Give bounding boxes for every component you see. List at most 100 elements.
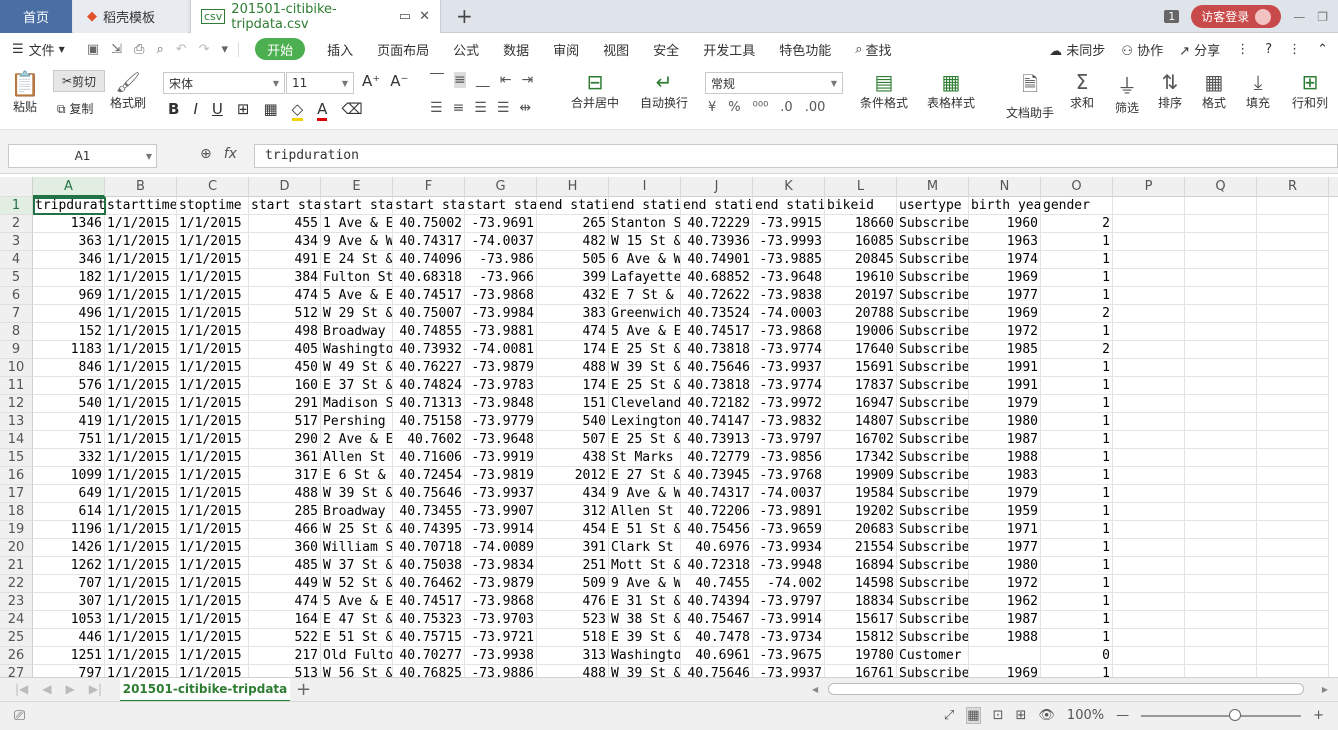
table-cell[interactable]: 797	[33, 665, 105, 677]
table-cell[interactable]: 1	[1041, 449, 1113, 467]
table-cell[interactable]: 40.75646	[393, 485, 465, 503]
table-cell[interactable]: 1/1/2015	[177, 305, 249, 323]
table-cell[interactable]	[1257, 395, 1329, 413]
table-cell[interactable]: Subscribe	[897, 233, 969, 251]
sort-button[interactable]: ⇅ 排序	[1158, 70, 1182, 111]
window-count-badge[interactable]: 1	[1164, 10, 1180, 23]
table-cell[interactable]	[1113, 449, 1185, 467]
table-cell[interactable]	[1185, 593, 1257, 611]
table-cell[interactable]: 1/1/2015	[105, 233, 177, 251]
table-cell[interactable]: -73.9797	[753, 593, 825, 611]
table-cell[interactable]: 1/1/2015	[105, 323, 177, 341]
save-icon[interactable]: ▣	[87, 42, 99, 57]
table-cell[interactable]: 1/1/2015	[105, 215, 177, 233]
table-cell[interactable]: 1/1/2015	[177, 449, 249, 467]
table-cell[interactable]: W 39 St &	[609, 665, 681, 677]
conditional-format-button[interactable]: ▤ 条件格式	[860, 70, 908, 111]
table-cell[interactable]: Subscribe	[897, 287, 969, 305]
table-cell[interactable]: 488	[537, 665, 609, 677]
table-cell[interactable]: 1/1/2015	[177, 629, 249, 647]
table-cell[interactable]: Subscribe	[897, 485, 969, 503]
table-cell[interactable]: 482	[537, 233, 609, 251]
table-cell[interactable]	[1257, 269, 1329, 287]
sync-status[interactable]: ☁ 未同步	[1049, 40, 1105, 59]
table-cell[interactable]: 1/1/2015	[105, 251, 177, 269]
table-cell[interactable]: 384	[249, 269, 321, 287]
row-header[interactable]: 18	[0, 503, 33, 521]
table-cell[interactable]: 1/1/2015	[105, 647, 177, 665]
table-cell[interactable]: Broadway	[321, 503, 393, 521]
reading-mode-icon[interactable]: 👁	[1038, 708, 1055, 723]
table-cell[interactable]	[1113, 485, 1185, 503]
table-cell[interactable]: 40.75467	[681, 611, 753, 629]
table-cell[interactable]: 1/1/2015	[105, 377, 177, 395]
table-cell[interactable]	[1113, 251, 1185, 269]
table-cell[interactable]	[1113, 539, 1185, 557]
table-cell[interactable]: Subscribe	[897, 449, 969, 467]
table-cell[interactable]	[1257, 503, 1329, 521]
page-layout-view-icon[interactable]: ⊞	[1016, 708, 1027, 723]
chevron-up-icon[interactable]: ⌃	[1317, 42, 1328, 57]
table-cell[interactable]	[1257, 485, 1329, 503]
table-cell[interactable]: 1	[1041, 323, 1113, 341]
fill-button[interactable]: ⤓ 填充	[1246, 70, 1270, 111]
table-cell[interactable]: -73.9972	[753, 395, 825, 413]
horizontal-scrollbar[interactable]: ◀ ▶	[810, 682, 1330, 696]
fill-color-icon[interactable]: ◇	[291, 100, 304, 121]
table-cell[interactable]: -73.9879	[465, 359, 537, 377]
table-cell[interactable]: 5 Ave & E	[321, 287, 393, 305]
table-cell[interactable]: -73.9834	[465, 557, 537, 575]
table-cell[interactable]: 513	[249, 665, 321, 677]
row-header[interactable]: 7	[0, 305, 33, 323]
paste-button[interactable]: 📋 粘贴	[10, 70, 40, 115]
row-header[interactable]: 11	[0, 377, 33, 395]
row-header[interactable]: 17	[0, 485, 33, 503]
table-cell[interactable]: 1979	[969, 395, 1041, 413]
table-cell[interactable]: end stati	[681, 197, 753, 215]
row-header[interactable]: 2	[0, 215, 33, 233]
table-cell[interactable]: 1099	[33, 467, 105, 485]
row-header[interactable]: 12	[0, 395, 33, 413]
table-cell[interactable]	[1257, 575, 1329, 593]
table-cell[interactable]: 2	[1041, 305, 1113, 323]
table-cell[interactable]: -73.9734	[753, 629, 825, 647]
table-cell[interactable]: 576	[33, 377, 105, 395]
table-cell[interactable]: Subscribe	[897, 215, 969, 233]
table-cell[interactable]: -74.0037	[753, 485, 825, 503]
table-cell[interactable]: -73.9768	[753, 467, 825, 485]
table-cell[interactable]: 454	[537, 521, 609, 539]
page-break-view-icon[interactable]: ⊡	[993, 708, 1004, 723]
scroll-right-icon[interactable]: ▶	[1322, 685, 1328, 694]
close-tab-icon[interactable]: ✕	[419, 9, 430, 24]
table-cell[interactable]: -73.9914	[465, 521, 537, 539]
spreadsheet-grid[interactable]: ABCDEFGHIJKLMNOPQR 1 tripdurat starttime st…	[0, 177, 1338, 677]
table-cell[interactable]: 20197	[825, 287, 897, 305]
print-icon[interactable]: ⎙	[134, 42, 144, 57]
decrease-font-icon[interactable]: A⁻	[390, 72, 408, 90]
table-cell[interactable]: 1/1/2015	[105, 521, 177, 539]
table-cell[interactable]: -73.9848	[465, 395, 537, 413]
row-header[interactable]: 10	[0, 359, 33, 377]
table-cell[interactable]: 496	[33, 305, 105, 323]
table-cell[interactable]: -73.9886	[465, 665, 537, 677]
table-cell[interactable]: 1/1/2015	[177, 575, 249, 593]
table-cell[interactable]: 152	[33, 323, 105, 341]
table-cell[interactable]: 40.75646	[681, 359, 753, 377]
table-cell[interactable]: -73.9881	[465, 323, 537, 341]
cell-style-icon[interactable]: ▦	[263, 100, 277, 121]
cut-button[interactable]: ✂ 剪切	[53, 70, 105, 92]
table-cell[interactable]	[1257, 521, 1329, 539]
table-cell[interactable]: 346	[33, 251, 105, 269]
tab-insert[interactable]: 插入	[315, 34, 365, 64]
table-cell[interactable]: 40.76462	[393, 575, 465, 593]
row-header[interactable]: 16	[0, 467, 33, 485]
bold-icon[interactable]: B	[168, 100, 179, 121]
table-cell[interactable]: -73.9856	[753, 449, 825, 467]
table-cell[interactable]: 488	[249, 485, 321, 503]
table-cell[interactable]: 40.74824	[393, 377, 465, 395]
table-cell[interactable]: 40.71606	[393, 449, 465, 467]
table-cell[interactable]: Subscribe	[897, 251, 969, 269]
table-cell[interactable]: 1/1/2015	[105, 395, 177, 413]
table-cell[interactable]: -73.9914	[753, 611, 825, 629]
table-cell[interactable]: start sta	[465, 197, 537, 215]
